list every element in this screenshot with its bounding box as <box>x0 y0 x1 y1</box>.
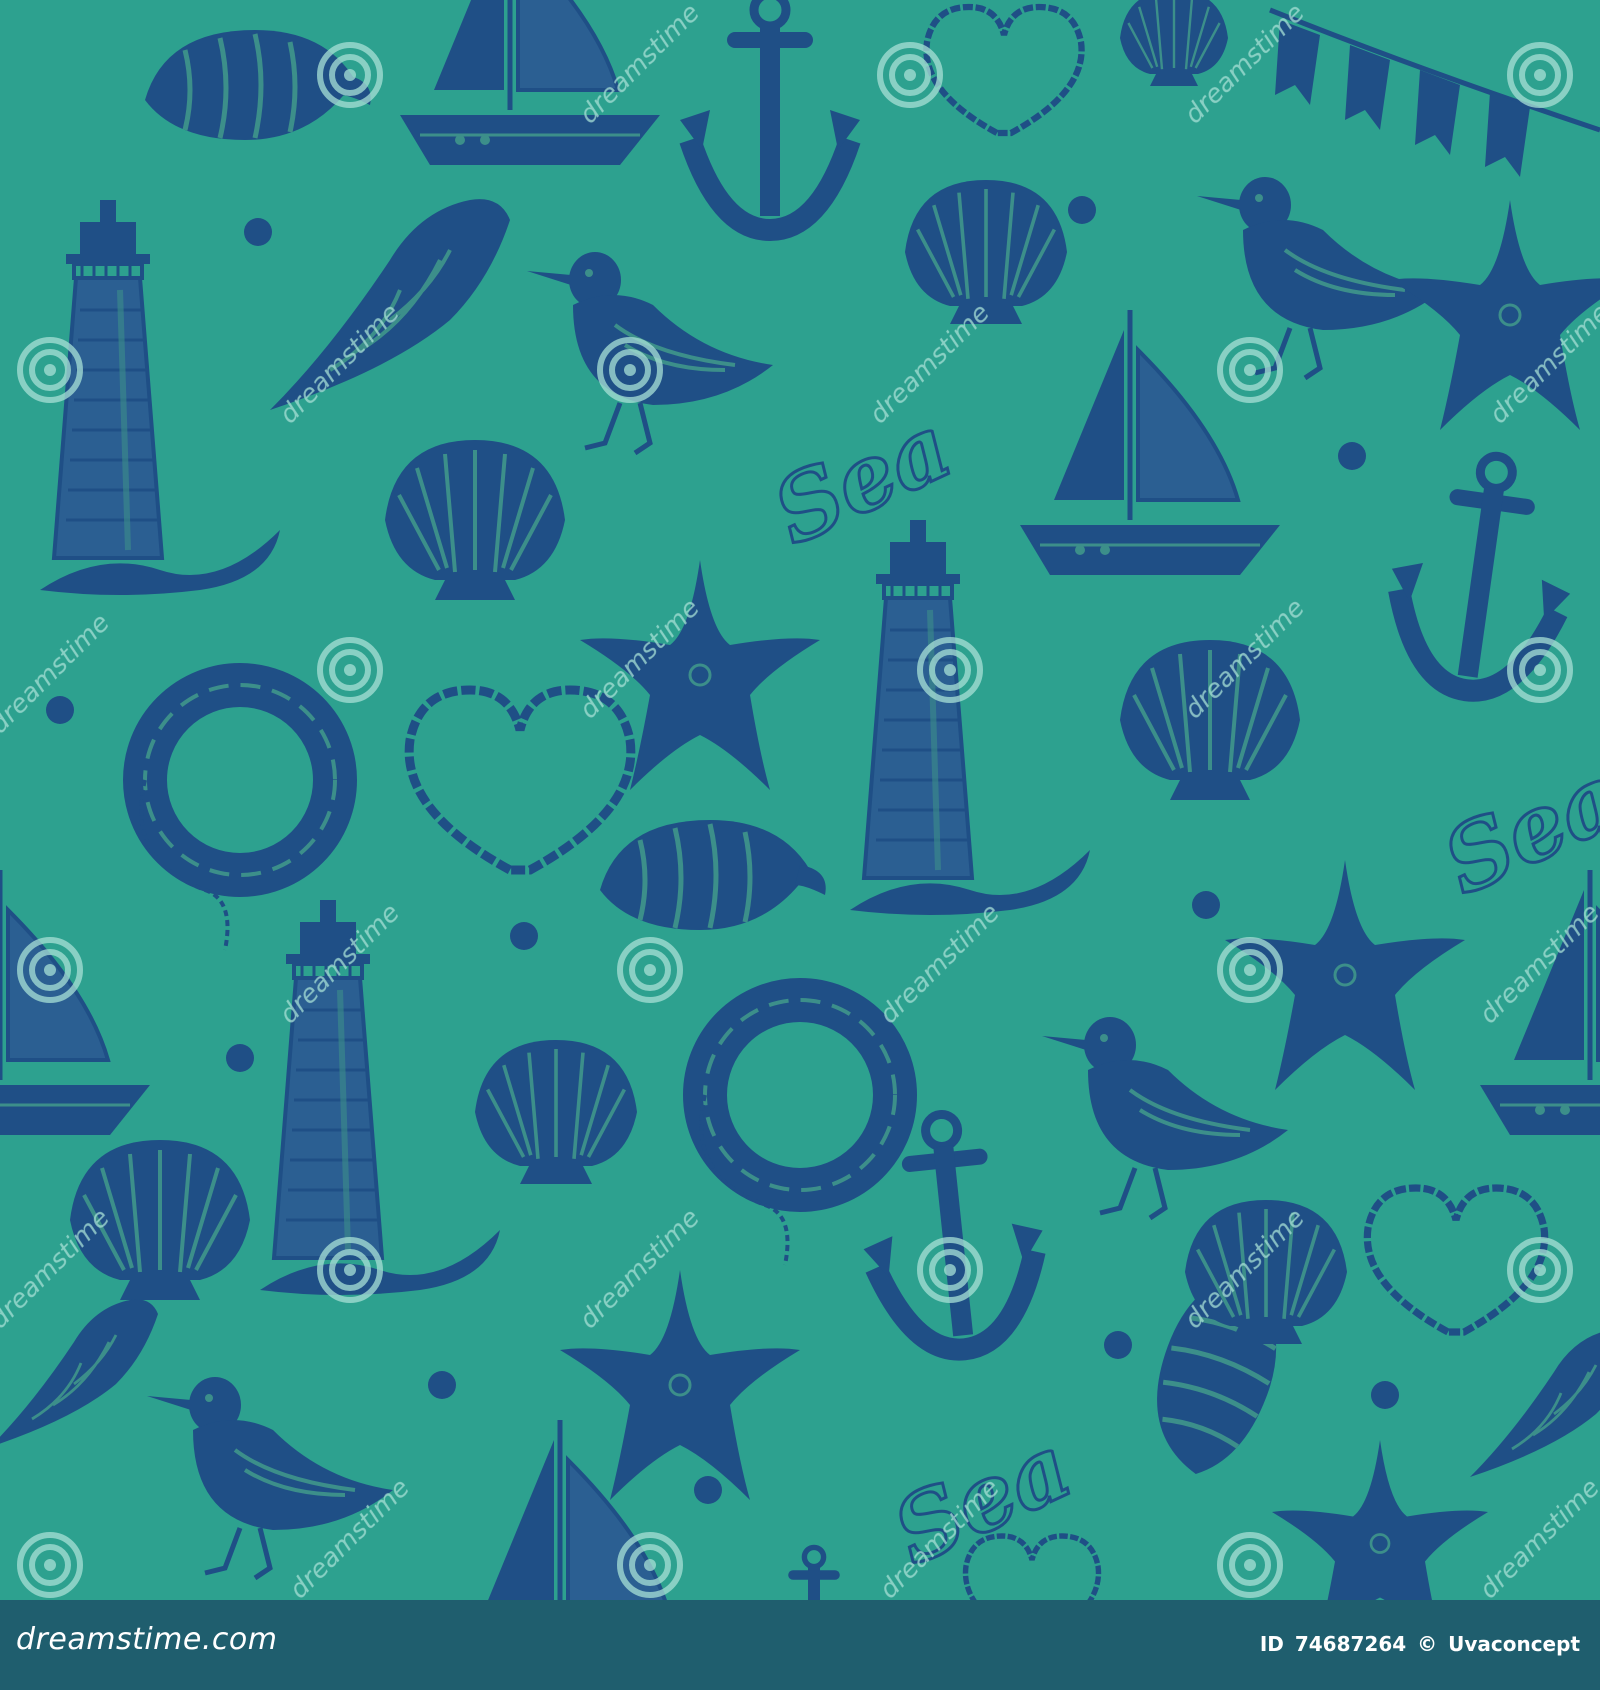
lighthouse-icon <box>40 200 280 595</box>
image-id-label: ID <box>1259 1632 1284 1656</box>
sailboat-icon <box>1020 310 1280 575</box>
anchor-icon <box>760 1547 868 1600</box>
footer-site-name[interactable]: dreamstime.com <box>16 1622 277 1657</box>
starfish-icon <box>1388 198 1600 432</box>
conch-icon <box>268 197 512 412</box>
lifebuoy-icon <box>141 685 335 950</box>
sailboat-icon <box>1480 870 1600 1135</box>
rope-heart-icon <box>1367 1188 1544 1332</box>
starfish-icon <box>1223 858 1467 1092</box>
scallop-icon <box>1118 638 1302 802</box>
seagull-icon <box>1042 1017 1288 1218</box>
scallop-icon <box>68 1138 252 1302</box>
lighthouse-icon <box>260 900 500 1295</box>
author-name[interactable]: Uvaconcept <box>1448 1632 1580 1656</box>
footer-bar: dreamstime.com ID 74687264 © Uvaconcept <box>0 1600 1600 1690</box>
rope-heart-icon <box>926 7 1081 133</box>
bunting-icon <box>1270 10 1600 177</box>
lifebuoy-icon <box>701 1000 895 1265</box>
lighthouse-icon <box>850 520 1090 915</box>
seagull-icon <box>147 1377 393 1578</box>
sailboat-icon <box>400 0 660 165</box>
sea-lettering: Sea <box>1428 743 1600 915</box>
image-id-value: 74687264 <box>1294 1632 1407 1656</box>
conch-icon <box>1468 1328 1600 1479</box>
seashell-icon <box>600 820 826 930</box>
scallop-icon <box>1118 0 1230 88</box>
rope-heart-icon <box>409 690 631 870</box>
footer-image-meta: ID 74687264 © Uvaconcept <box>1256 1632 1580 1656</box>
seashell-icon <box>145 30 371 140</box>
starfish-icon <box>1270 1438 1490 1600</box>
starfish-icon <box>558 1268 802 1502</box>
seagull-icon <box>527 252 773 453</box>
scallop-icon <box>473 1038 639 1186</box>
sea-lettering: Sea <box>758 393 966 565</box>
seagull-icon <box>1197 177 1443 378</box>
starfish-icon <box>578 558 822 792</box>
anchor-icon <box>680 0 860 230</box>
copyright-icon: © <box>1417 1632 1438 1656</box>
anchor-icon <box>1377 444 1588 703</box>
nautical-pattern: Sea Sea Sea <box>0 0 1600 1600</box>
pattern-canvas: Sea Sea Sea dreamstime dreamstime dreams… <box>0 0 1600 1600</box>
scallop-icon <box>383 438 567 602</box>
scallop-icon <box>903 178 1069 326</box>
sea-lettering: Sea <box>878 1413 1086 1585</box>
conch-icon <box>0 1298 160 1449</box>
sailboat-icon <box>0 870 150 1135</box>
